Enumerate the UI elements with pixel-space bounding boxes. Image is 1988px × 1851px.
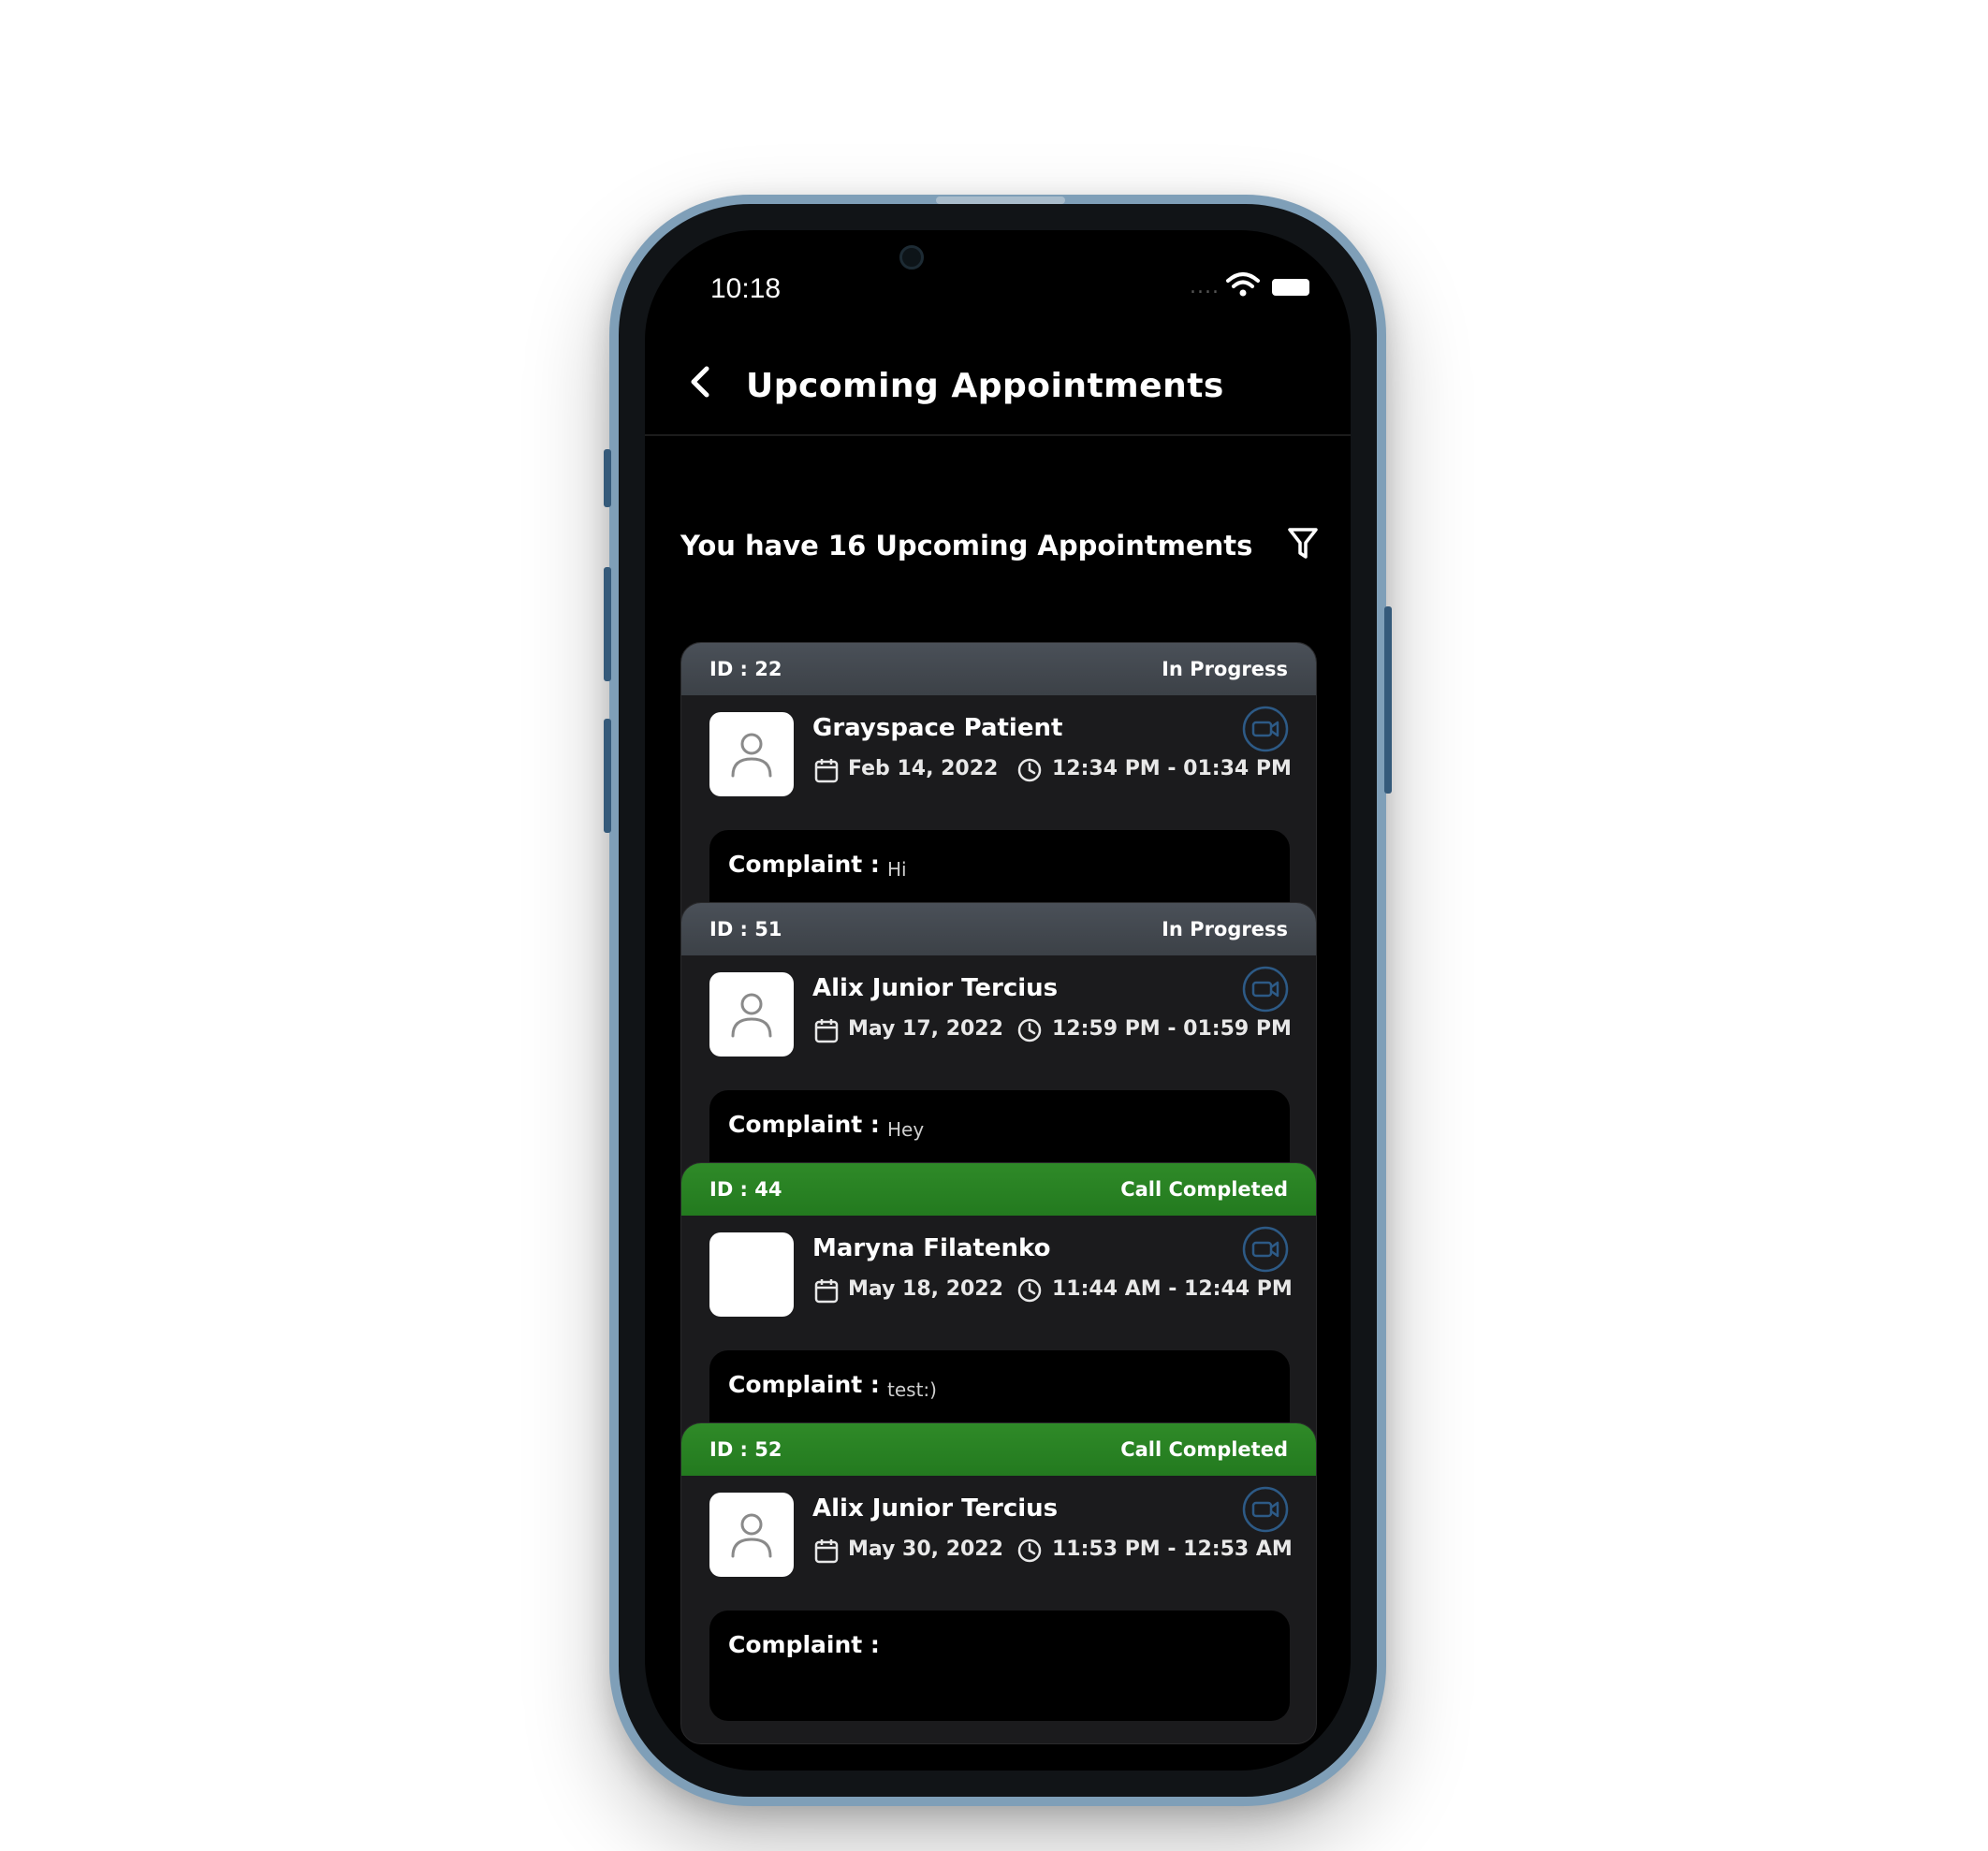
calendar-icon	[814, 1538, 839, 1564]
clock-icon	[1016, 1017, 1043, 1043]
clock-icon	[1016, 1277, 1043, 1304]
complaint-box: Complaint :	[709, 1611, 1290, 1721]
patient-name: Grayspace Patient	[812, 714, 1063, 742]
appointment-id: ID : 22	[709, 658, 782, 680]
appointment-id: ID : 52	[709, 1438, 782, 1461]
status-badge: Call Completed	[1120, 1438, 1288, 1461]
battery-icon	[1272, 279, 1309, 296]
appointment-time: 12:34 PM - 01:34 PM	[1052, 757, 1292, 780]
patient-name: Alix Junior Tercius	[812, 974, 1059, 1002]
appointment-time: 11:53 PM - 12:53 AM	[1052, 1538, 1293, 1561]
clock-icon	[1016, 1538, 1043, 1564]
calendar-icon	[814, 1277, 839, 1304]
status-time: 10:18	[710, 273, 782, 304]
volume-up-button	[604, 567, 611, 681]
avatar	[709, 712, 794, 796]
appointment-date: May 18, 2022	[848, 1277, 1003, 1301]
volume-down-button	[604, 719, 611, 833]
phone-frame: 10:18 .... Upcoming Appointments You hav…	[604, 195, 1392, 1806]
avatar	[709, 1493, 794, 1577]
calendar-icon	[814, 757, 839, 783]
wifi-icon	[1226, 272, 1260, 297]
clock-icon	[1016, 757, 1043, 783]
calendar-icon	[814, 1017, 839, 1043]
complaint-text: test:)	[887, 1378, 937, 1401]
page-title: Upcoming Appointments	[746, 367, 1224, 405]
complaint-label: Complaint :	[728, 1111, 880, 1138]
filter-icon[interactable]	[1287, 526, 1319, 561]
chevron-left-icon[interactable]	[684, 363, 718, 401]
status-badge: In Progress	[1162, 918, 1288, 940]
complaint-text: Hi	[887, 858, 907, 881]
card-header: ID : 44 Call Completed	[681, 1163, 1316, 1216]
user-placeholder-icon	[731, 733, 772, 778]
appointments-summary: You have 16 Upcoming Appointments	[680, 530, 1253, 561]
patient-name: Maryna Filatenko	[812, 1234, 1051, 1262]
mute-switch	[604, 449, 611, 507]
video-call-icon[interactable]	[1241, 1485, 1290, 1534]
card-header: ID : 22 In Progress	[681, 643, 1316, 695]
user-placeholder-icon	[731, 993, 772, 1038]
appointment-time: 12:59 PM - 01:59 PM	[1052, 1017, 1292, 1041]
appointment-id: ID : 51	[709, 918, 782, 940]
app-screen: 10:18 .... Upcoming Appointments You hav…	[645, 230, 1351, 1771]
video-call-icon[interactable]	[1241, 705, 1290, 753]
card-header: ID : 51 In Progress	[681, 903, 1316, 955]
video-call-icon[interactable]	[1241, 965, 1290, 1013]
app-header: Upcoming Appointments	[645, 314, 1351, 436]
avatar	[709, 972, 794, 1057]
complaint-text: Hey	[887, 1118, 925, 1141]
appointment-date: May 17, 2022	[848, 1017, 1003, 1041]
status-badge: In Progress	[1162, 658, 1288, 680]
complaint-label: Complaint :	[728, 1631, 880, 1658]
complaint-label: Complaint :	[728, 851, 880, 878]
power-button	[1384, 606, 1392, 794]
appointment-time: 11:44 AM - 12:44 PM	[1052, 1277, 1293, 1301]
appointment-card[interactable]: ID : 52 Call Completed Alix Junior Tercius…	[680, 1422, 1317, 1744]
appointment-date: May 30, 2022	[848, 1538, 1003, 1561]
complaint-label: Complaint :	[728, 1371, 880, 1398]
canvas: 10:18 .... Upcoming Appointments You hav…	[0, 0, 1988, 1851]
user-placeholder-icon	[731, 1513, 772, 1558]
card-header: ID : 52 Call Completed	[681, 1423, 1316, 1476]
appointment-date: Feb 14, 2022	[848, 757, 999, 780]
video-call-icon[interactable]	[1241, 1225, 1290, 1274]
patient-name: Alix Junior Tercius	[812, 1494, 1059, 1523]
status-badge: Call Completed	[1120, 1178, 1288, 1201]
notch	[866, 230, 1137, 290]
camera-icon	[899, 245, 924, 270]
avatar	[709, 1232, 794, 1317]
appointment-id: ID : 44	[709, 1178, 782, 1201]
speaker-slot	[936, 197, 1065, 204]
signal-icon: ....	[1190, 275, 1220, 299]
